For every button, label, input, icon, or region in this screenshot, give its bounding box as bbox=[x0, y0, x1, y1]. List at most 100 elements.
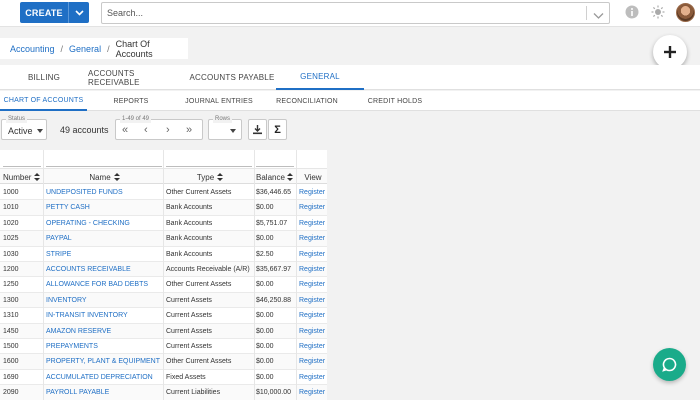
header-number[interactable]: Number bbox=[3, 169, 43, 185]
register-link[interactable]: Register bbox=[299, 277, 327, 292]
account-name-link[interactable]: INVENTORY bbox=[46, 293, 163, 308]
account-number: 1690 bbox=[3, 373, 19, 381]
account-balance: $0.00 bbox=[256, 235, 274, 243]
last-page-icon[interactable]: » bbox=[186, 124, 192, 136]
top-bar: CREATE Search... bbox=[0, 0, 700, 27]
register-link[interactable]: Register bbox=[299, 262, 327, 277]
header-balance[interactable]: Balance bbox=[256, 169, 296, 185]
next-page-icon[interactable]: › bbox=[166, 124, 170, 136]
account-balance: $0.00 bbox=[256, 312, 274, 320]
account-name-link[interactable]: OPERATING - CHECKING bbox=[46, 216, 163, 231]
sum-button[interactable]: Σ bbox=[268, 119, 287, 140]
account-balance: $0.00 bbox=[256, 358, 274, 366]
tab-reconciliation[interactable]: RECONCILIATION bbox=[263, 91, 351, 111]
type-filter-input[interactable] bbox=[166, 152, 252, 167]
account-name-link[interactable]: PROPERTY, PLANT & EQUIPMENT bbox=[46, 354, 163, 369]
register-link[interactable]: Register bbox=[299, 324, 327, 339]
sort-icon bbox=[217, 173, 224, 181]
create-dropdown-chevron-icon[interactable] bbox=[69, 9, 89, 16]
account-type: Current Assets bbox=[166, 327, 212, 335]
balance-filter-input[interactable] bbox=[256, 152, 294, 167]
account-type: Bank Accounts bbox=[166, 204, 213, 212]
rows-legend: Rows bbox=[213, 115, 233, 123]
tab-reports[interactable]: REPORTS bbox=[87, 91, 175, 111]
account-type: Other Current Assets bbox=[166, 358, 232, 366]
account-number: 1030 bbox=[3, 250, 19, 258]
account-balance: $5,751.07 bbox=[256, 219, 288, 227]
header-type-label: Type bbox=[196, 172, 215, 182]
account-number: 1450 bbox=[3, 327, 19, 335]
register-link[interactable]: Register bbox=[299, 200, 327, 215]
chevron-down-icon[interactable] bbox=[593, 7, 604, 25]
status-select[interactable]: Status Active bbox=[1, 115, 47, 140]
avatar[interactable] bbox=[676, 3, 695, 22]
register-link[interactable]: Register bbox=[299, 216, 327, 231]
search-placeholder: Search... bbox=[107, 8, 144, 18]
account-balance: $35,667.97 bbox=[256, 266, 292, 273]
account-name-link[interactable]: AMAZON RESERVE bbox=[46, 324, 163, 339]
account-number: 1300 bbox=[3, 296, 19, 304]
search-input[interactable]: Search... bbox=[101, 2, 610, 24]
account-name-link[interactable]: PAYPAL bbox=[46, 231, 163, 246]
status-value: Active bbox=[8, 126, 33, 136]
account-number: 1000 bbox=[3, 189, 19, 196]
accounts-table: Number Name Type Balance View 1000 UNDEPO… bbox=[0, 150, 327, 400]
account-number: 1500 bbox=[3, 343, 19, 350]
prev-page-icon[interactable]: ‹ bbox=[144, 124, 148, 136]
register-link[interactable]: Register bbox=[299, 185, 327, 200]
register-link[interactable]: Register bbox=[299, 385, 327, 400]
create-button[interactable]: CREATE bbox=[20, 2, 89, 23]
column-divider bbox=[296, 150, 297, 400]
account-name-link[interactable]: PETTY CASH bbox=[46, 200, 163, 215]
tab-general[interactable]: GENERAL bbox=[276, 65, 364, 90]
tab-billing[interactable]: BILLING bbox=[0, 65, 88, 90]
rows-select[interactable]: Rows bbox=[208, 115, 242, 140]
account-name-link[interactable]: ALLOWANCE FOR BAD DEBTS bbox=[46, 277, 163, 292]
pager-legend: 1-49 of 49 bbox=[120, 115, 152, 123]
account-name-link[interactable]: ACCUMULATED DEPRECIATION bbox=[46, 370, 163, 385]
account-name-link[interactable]: PREPAYMENTS bbox=[46, 339, 163, 354]
breadcrumb-general[interactable]: General bbox=[69, 44, 101, 54]
header-name[interactable]: Name bbox=[46, 169, 163, 185]
register-link[interactable]: Register bbox=[299, 339, 327, 354]
account-type: Current Assets bbox=[166, 343, 212, 350]
download-button[interactable] bbox=[248, 119, 267, 140]
account-type: Other Current Assets bbox=[166, 189, 232, 196]
tab-accounts-receivable[interactable]: ACCOUNTS RECEIVABLE bbox=[88, 65, 188, 90]
register-link[interactable]: Register bbox=[299, 354, 327, 369]
add-button[interactable] bbox=[653, 35, 687, 69]
tab-credit-holds[interactable]: CREDIT HOLDS bbox=[351, 91, 439, 111]
tab-journal-entries[interactable]: JOURNAL ENTRIES bbox=[175, 91, 263, 111]
number-filter-input[interactable] bbox=[3, 152, 41, 167]
sort-icon bbox=[113, 173, 120, 181]
sun-icon[interactable] bbox=[651, 5, 665, 24]
account-name-link[interactable]: STRIPE bbox=[46, 247, 163, 262]
account-name-link[interactable]: PAYROLL PAYABLE bbox=[46, 385, 163, 400]
name-filter-input[interactable] bbox=[46, 152, 162, 167]
register-link[interactable]: Register bbox=[299, 231, 327, 246]
header-type[interactable]: Type bbox=[166, 169, 254, 185]
account-balance: $36,446.65 bbox=[256, 189, 292, 196]
sort-icon bbox=[286, 173, 293, 181]
register-link[interactable]: Register bbox=[299, 308, 327, 323]
tab-chart-of-accounts[interactable]: CHART OF ACCOUNTS bbox=[0, 91, 87, 111]
register-link[interactable]: Register bbox=[299, 247, 327, 262]
breadcrumb: Accounting / General / Chart Of Accounts bbox=[0, 38, 188, 59]
chat-button[interactable] bbox=[653, 348, 686, 381]
search-divider bbox=[586, 6, 587, 20]
create-button-label: CREATE bbox=[25, 7, 63, 18]
account-number: 1250 bbox=[3, 281, 19, 289]
breadcrumb-separator: / bbox=[60, 43, 64, 54]
account-balance: $0.00 bbox=[256, 373, 274, 381]
breadcrumb-accounting[interactable]: Accounting bbox=[10, 44, 55, 54]
account-name-link[interactable]: ACCOUNTS RECEIVABLE bbox=[46, 262, 163, 277]
tab-accounts-payable[interactable]: ACCOUNTS PAYABLE bbox=[188, 65, 276, 90]
register-link[interactable]: Register bbox=[299, 293, 327, 308]
first-page-icon[interactable]: « bbox=[122, 124, 128, 136]
status-legend: Status bbox=[6, 115, 28, 123]
account-name-link[interactable]: IN-TRANSIT INVENTORY bbox=[46, 308, 163, 323]
info-icon[interactable] bbox=[625, 5, 639, 24]
register-link[interactable]: Register bbox=[299, 370, 327, 385]
account-name-link[interactable]: UNDEPOSITED FUNDS bbox=[46, 185, 163, 200]
column-divider bbox=[43, 150, 44, 400]
